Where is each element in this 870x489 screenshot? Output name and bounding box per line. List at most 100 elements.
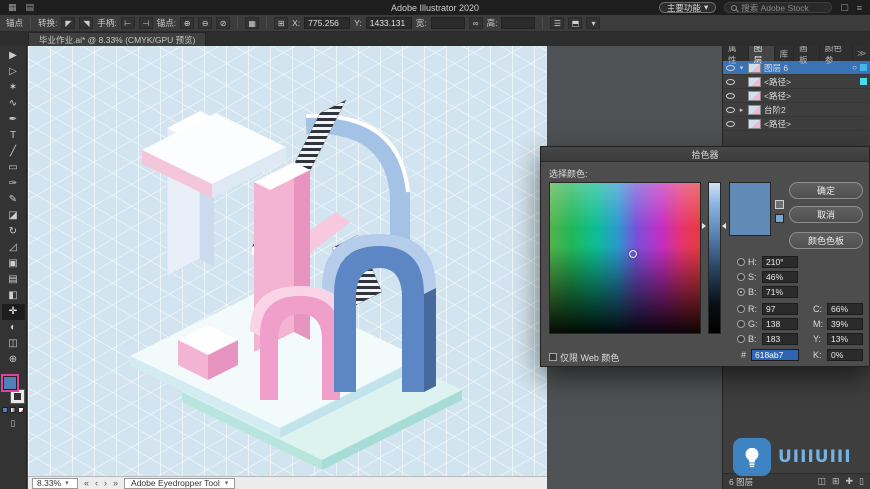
layer-row-1[interactable]: <路径> (723, 75, 870, 89)
eye-icon[interactable] (726, 78, 735, 85)
transform-menu-icon[interactable]: ☰ (550, 17, 565, 29)
blue-radio[interactable] (737, 335, 745, 343)
eye-icon[interactable] (726, 120, 735, 127)
arrange-documents-icon[interactable]: ▢ (840, 2, 849, 13)
next-artboard-button[interactable]: › (104, 478, 107, 488)
eye-icon[interactable] (726, 106, 735, 113)
tab-libraries[interactable]: 库 (775, 46, 795, 61)
lasso-tool[interactable]: ∿ (2, 96, 25, 112)
status-tool-dropdown[interactable]: Adobe Eyedropper Tool ▾ (124, 477, 236, 489)
artboard[interactable] (28, 46, 547, 476)
blend-tool[interactable]: ◐ (2, 320, 25, 336)
width-input[interactable] (430, 17, 465, 29)
mesh-tool[interactable]: ▤ (2, 272, 25, 288)
document-tab[interactable]: 毕业作业.ai* @ 8.33% (CMYK/GPU 预览) (28, 32, 207, 46)
type-tool[interactable]: T (2, 128, 25, 144)
snap-grid-icon[interactable]: ▦ (245, 17, 260, 29)
layer-name[interactable]: <路径> (764, 90, 791, 102)
eye-icon[interactable] (726, 64, 735, 71)
tab-layers[interactable]: 图层 (748, 43, 775, 65)
new-sublayer-icon[interactable]: ⊞ (832, 476, 840, 487)
none-mode-icon[interactable] (18, 407, 24, 413)
gradient-tool[interactable]: ◧ (2, 288, 25, 304)
hue-input[interactable] (762, 256, 798, 268)
workspace-switcher-icon[interactable]: ≡ (857, 3, 862, 13)
color-mode-icon[interactable] (2, 407, 8, 413)
zoom-dropdown[interactable]: 8.33% ▾ (32, 477, 78, 489)
shape-options-icon[interactable]: ⬒ (568, 17, 583, 29)
direct-selection-tool[interactable]: ▷ (2, 64, 25, 80)
convert-smooth-icon[interactable]: ◥ (79, 17, 94, 29)
y-input[interactable] (365, 17, 412, 29)
rectangle-tool[interactable]: ▭ (2, 160, 25, 176)
blue-input[interactable] (762, 333, 798, 345)
brightness-radio[interactable] (737, 288, 745, 296)
pencil-tool[interactable]: ✎ (2, 192, 25, 208)
delete-layer-icon[interactable]: ▯ (859, 476, 864, 487)
red-input[interactable] (762, 303, 798, 315)
hex-input[interactable] (751, 349, 799, 361)
brightness-slider[interactable] (708, 182, 721, 334)
green-input[interactable] (762, 318, 798, 330)
layer-name[interactable]: <路径> (764, 76, 791, 88)
slider-arrow-left-icon[interactable] (702, 223, 706, 229)
cancel-button[interactable]: 取消 (789, 206, 863, 223)
eyedropper-tool[interactable]: ✛ (1, 304, 25, 320)
height-input[interactable] (501, 17, 536, 29)
screen-mode-icon[interactable]: ▯ (11, 418, 16, 429)
web-colors-checkbox[interactable] (549, 353, 557, 361)
first-artboard-button[interactable]: « (84, 478, 89, 488)
gradient-mode-icon[interactable] (10, 407, 16, 413)
x-input[interactable] (304, 17, 351, 29)
link-dimensions-icon[interactable]: ∞ (468, 17, 483, 29)
layer-row-3[interactable]: ▸ 台阶2 (723, 103, 870, 117)
tab-artboards[interactable]: 画板 (794, 43, 820, 65)
home-icon[interactable]: ▤ (26, 2, 35, 13)
layer-name[interactable]: <路径> (764, 118, 791, 130)
magenta-input[interactable] (827, 318, 863, 330)
black-input[interactable] (827, 349, 863, 361)
free-transform-tool[interactable]: ▣ (2, 256, 25, 272)
isolate-anchor-icon[interactable]: ⊘ (216, 17, 231, 29)
pen-tool[interactable]: ✒ (2, 112, 25, 128)
tab-color-guide[interactable]: 颜色参 (820, 43, 854, 65)
remove-anchor-icon[interactable]: ⊖ (198, 17, 213, 29)
fill-swatch[interactable] (1, 374, 19, 392)
tab-properties[interactable]: 属性 (723, 43, 749, 65)
show-handles-icon[interactable]: ⊢ (120, 17, 135, 29)
eye-icon[interactable] (726, 92, 735, 99)
feature-button[interactable]: 主要功能 ▾ (658, 2, 717, 13)
eraser-tool[interactable]: ◪ (2, 208, 25, 224)
panel-menu-icon[interactable]: ≫ (853, 46, 870, 61)
artboard-tool[interactable]: ◫ (2, 336, 25, 352)
rotate-tool[interactable]: ↻ (2, 224, 25, 240)
yellow-input[interactable] (827, 333, 863, 345)
red-radio[interactable] (737, 305, 745, 313)
options-caret-icon[interactable]: ▾ (586, 17, 601, 29)
add-anchor-icon[interactable]: ⊕ (180, 17, 195, 29)
hue-radio[interactable] (737, 258, 745, 266)
color-swatches-button[interactable]: 颜色色板 (789, 232, 863, 249)
stroke-swatch[interactable] (11, 390, 24, 403)
layer-row-4[interactable]: <路径> (723, 117, 870, 131)
stock-search-input[interactable]: 搜索 Adobe Stock (724, 2, 833, 13)
convert-corner-icon[interactable]: ◤ (61, 17, 76, 29)
dialog-title-bar[interactable]: 拾色器 (541, 147, 869, 162)
reference-point-icon[interactable]: ⊞ (274, 17, 289, 29)
ok-button[interactable]: 确定 (789, 182, 863, 199)
gamut-snap-swatch[interactable] (775, 214, 784, 223)
app-grid-icon[interactable]: ▦ (8, 2, 17, 13)
new-layer-icon[interactable]: ✚ (846, 476, 854, 487)
hide-handles-icon[interactable]: ⊣ (138, 17, 153, 29)
layer-name[interactable]: 图层 6 (764, 62, 788, 74)
target-icon[interactable]: ○ (852, 63, 857, 72)
line-tool[interactable]: ╱ (2, 144, 25, 160)
color-field-marker[interactable] (629, 250, 637, 258)
last-artboard-button[interactable]: » (113, 478, 118, 488)
make-mask-icon[interactable]: ◫ (817, 476, 826, 487)
color-field[interactable] (549, 182, 701, 334)
paintbrush-tool[interactable]: ✑ (2, 176, 25, 192)
zoom-tool[interactable]: ⊕ (2, 352, 25, 368)
saturation-input[interactable] (762, 271, 798, 283)
selection-tool[interactable]: ▶ (2, 48, 25, 64)
